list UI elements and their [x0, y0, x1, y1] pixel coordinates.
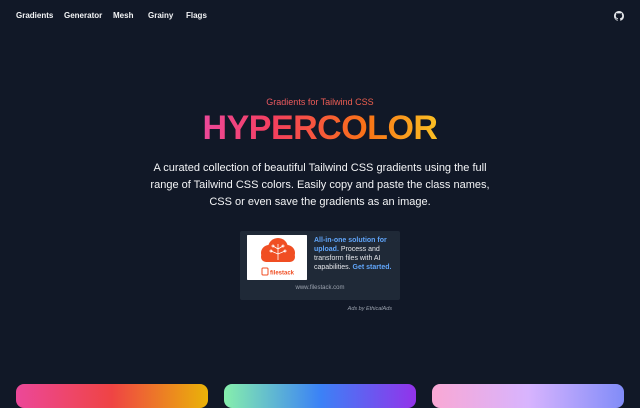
hero-eyebrow: Gradients for Tailwind CSS — [0, 97, 640, 107]
ads-by-ethicalads[interactable]: Ads by EthicalAds — [300, 306, 392, 312]
hero-description: A curated collection of beautiful Tailwi… — [150, 162, 490, 208]
gradient-card-2[interactable] — [224, 384, 416, 408]
hero-title: HYPERCOLOR — [0, 108, 640, 148]
filestack-wordmark: filestack — [270, 271, 295, 277]
ad-domain: www.filestack.com — [295, 285, 345, 291]
nav-mesh[interactable]: Mesh — [113, 11, 133, 20]
github-icon[interactable] — [614, 11, 624, 21]
hero-title-text: HYPERCOLOR — [202, 109, 438, 147]
ad-cta-link[interactable]: Get started. — [353, 264, 392, 271]
nav-gradients[interactable]: Gradients — [16, 11, 53, 20]
nav-grainy[interactable]: Grainy — [148, 11, 173, 20]
gradient-card-1[interactable] — [16, 384, 208, 408]
gradient-card-3[interactable] — [432, 384, 624, 408]
ad-card[interactable]: filestack All-in-one solution for upload… — [240, 231, 400, 300]
nav-generator[interactable]: Generator — [64, 11, 102, 20]
nav-flags[interactable]: Flags — [186, 11, 207, 20]
ad-text[interactable]: All-in-one solution for upload. Process … — [314, 236, 396, 272]
filestack-logo: filestack — [247, 235, 307, 280]
ad-image[interactable]: filestack — [247, 235, 307, 280]
top-nav: Gradients Generator Mesh Grainy Flags — [0, 0, 640, 32]
